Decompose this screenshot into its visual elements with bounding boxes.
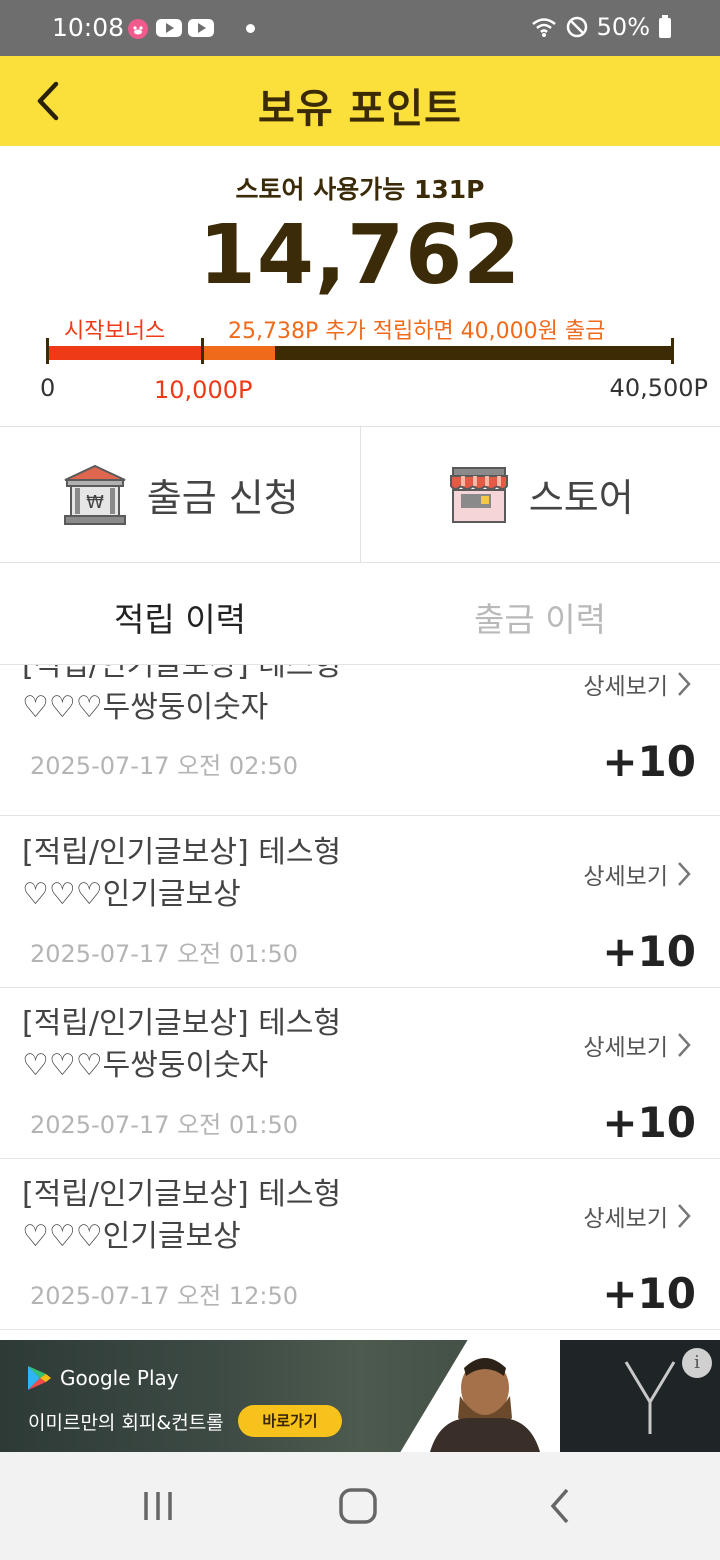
item-date: 2025-07-17 오전 02:50 bbox=[30, 752, 299, 780]
store-available-points: 스토어 사용가능 131P bbox=[235, 175, 485, 204]
home-button[interactable] bbox=[328, 1486, 388, 1526]
ad-info-icon[interactable]: i bbox=[682, 1348, 712, 1378]
pig-app-icon bbox=[126, 17, 150, 39]
status-right: 50% bbox=[531, 13, 672, 41]
back-nav-button[interactable] bbox=[530, 1486, 590, 1526]
withdraw-goal-text: 25,738P 추가 적립하면 40,000원 출금 bbox=[228, 319, 606, 344]
google-play-logo: Google Play bbox=[26, 1364, 179, 1392]
item-title-line2: ♡♡♡인기글보상 bbox=[22, 877, 241, 912]
google-play-label: Google Play bbox=[60, 1366, 179, 1390]
action-buttons: ₩ 출금 신청 스토어 bbox=[0, 426, 720, 563]
notification-icons bbox=[126, 17, 255, 39]
progress-fill-earned bbox=[201, 346, 275, 360]
item-title-line2: ♡♡♡인기글보상 bbox=[22, 1219, 241, 1254]
withdraw-request-label: 출금 신청 bbox=[146, 476, 299, 520]
item-title: [적립/인기글보상] 테스형 ♡♡♡두쌍둥이숫자 bbox=[22, 665, 402, 729]
item-date: 2025-07-17 오전 01:50 bbox=[30, 940, 299, 968]
list-item[interactable]: [적립/인기글보상] 테스형 ♡♡♡인기글보상 상세보기 2025-07-17 … bbox=[0, 817, 720, 988]
item-title-line1: [적립/인기글보상] 테스형 bbox=[22, 1177, 342, 1212]
progress-tick-end bbox=[671, 338, 674, 364]
progress-tick-bonus bbox=[201, 338, 204, 364]
google-play-icon bbox=[28, 1366, 51, 1390]
detail-link[interactable]: 상세보기 bbox=[583, 1199, 692, 1233]
app-header: 보유 포인트 bbox=[0, 56, 720, 146]
more-notifications-dot-icon bbox=[246, 23, 255, 33]
detail-label: 상세보기 bbox=[583, 1206, 668, 1232]
recent-apps-icon bbox=[144, 1492, 172, 1520]
start-bonus-label: 시작보너스 bbox=[64, 319, 166, 344]
home-icon bbox=[339, 1488, 377, 1524]
item-amount: +10 bbox=[602, 1098, 696, 1147]
total-points: 14,762 bbox=[198, 208, 522, 303]
item-date: 2025-07-17 오전 01:50 bbox=[30, 1111, 299, 1139]
chevron-right-icon bbox=[678, 1033, 691, 1057]
item-title: [적립/인기글보상] 테스형 ♡♡♡두쌍둥이숫자 bbox=[22, 1003, 402, 1087]
store-label: 스토어 bbox=[528, 476, 634, 520]
withdraw-request-button[interactable]: ₩ 출금 신청 bbox=[0, 427, 361, 562]
youtube-icon bbox=[188, 18, 214, 38]
earn-history-list[interactable]: [적립/인기글보상] 테스형 ♡♡♡두쌍둥이숫자 상세보기 2025-07-17… bbox=[0, 665, 720, 1340]
item-title-line1: [적립/인기글보상] 테스형 bbox=[22, 1006, 342, 1041]
item-title: [적립/인기글보상] 테스형 ♡♡♡인기글보상 bbox=[22, 832, 402, 916]
item-amount: +10 bbox=[602, 1269, 696, 1318]
item-title-line1: [적립/인기글보상] 테스형 bbox=[22, 665, 342, 683]
item-amount: +10 bbox=[602, 737, 696, 786]
status-bar: 10:08 50% bbox=[0, 0, 720, 56]
back-nav-icon bbox=[550, 1488, 569, 1524]
warrior-character-image bbox=[430, 1358, 540, 1452]
points-progress-bar bbox=[46, 346, 674, 360]
detail-link[interactable]: 상세보기 bbox=[583, 667, 692, 701]
bank-icon: ₩ bbox=[63, 464, 126, 525]
scale-min-label: 0 bbox=[40, 374, 56, 402]
list-item[interactable]: [적립/인기글보상] 테스형 ♡♡♡두쌍둥이숫자 상세보기 2025-07-17… bbox=[0, 988, 720, 1159]
detail-label: 상세보기 bbox=[583, 864, 668, 890]
list-item[interactable]: [적립/인기글보상] 테스형 ♡♡♡인기글보상 상세보기 2025-07-17 … bbox=[0, 1159, 720, 1330]
points-summary: 스토어 사용가능 131P 14,762 시작보너스 25,738P 추가 적립… bbox=[0, 146, 720, 426]
game-logo-icon bbox=[624, 1361, 676, 1434]
item-title-line1: [적립/인기글보상] 테스형 bbox=[22, 835, 342, 870]
tab-withdraw-history[interactable]: 출금 이력 bbox=[360, 563, 720, 664]
ad-banner[interactable]: Google Play 이미르만의 회피&컨트롤 바로가기 i bbox=[0, 1340, 720, 1452]
recent-apps-button[interactable] bbox=[128, 1486, 188, 1526]
item-date: 2025-07-17 오전 12:50 bbox=[30, 1282, 299, 1310]
svg-text:₩: ₩ bbox=[86, 492, 104, 513]
scale-bonus-label: 10,000P bbox=[154, 376, 253, 404]
system-nav-bar bbox=[0, 1452, 720, 1560]
wifi-icon bbox=[531, 16, 557, 38]
battery-icon bbox=[658, 15, 672, 39]
store-button[interactable]: 스토어 bbox=[361, 427, 720, 562]
detail-label: 상세보기 bbox=[583, 1035, 668, 1061]
history-tabs: 적립 이력 출금 이력 bbox=[0, 563, 720, 665]
page-title: 보유 포인트 bbox=[258, 86, 462, 132]
item-amount: +10 bbox=[602, 927, 696, 976]
chevron-right-icon bbox=[678, 862, 691, 886]
progress-fill-bonus bbox=[46, 346, 201, 360]
list-item[interactable]: [적립/인기글보상] 테스형 ♡♡♡두쌍둥이숫자 상세보기 2025-07-17… bbox=[0, 665, 720, 816]
chevron-right-icon bbox=[678, 1204, 691, 1228]
battery-percent: 50% bbox=[596, 13, 650, 41]
do-not-disturb-icon bbox=[565, 15, 589, 39]
detail-label: 상세보기 bbox=[583, 674, 668, 700]
item-title-line2: ♡♡♡두쌍둥이숫자 bbox=[22, 690, 269, 725]
item-title-line2: ♡♡♡두쌍둥이숫자 bbox=[22, 1048, 269, 1083]
store-icon bbox=[449, 466, 508, 523]
scale-max-label: 40,500P bbox=[609, 374, 708, 402]
detail-link[interactable]: 상세보기 bbox=[583, 857, 692, 891]
status-time: 10:08 bbox=[52, 13, 125, 42]
chevron-right-icon bbox=[678, 672, 691, 696]
progress-tick-start bbox=[46, 338, 49, 364]
ad-text: 이미르만의 회피&컨트롤 bbox=[28, 1412, 224, 1434]
youtube-icon bbox=[156, 18, 182, 38]
ad-cta-button[interactable]: 바로가기 bbox=[238, 1405, 342, 1437]
item-title: [적립/인기글보상] 테스형 ♡♡♡인기글보상 bbox=[22, 1174, 402, 1258]
tab-earn-history[interactable]: 적립 이력 bbox=[0, 563, 360, 664]
detail-link[interactable]: 상세보기 bbox=[583, 1028, 692, 1062]
